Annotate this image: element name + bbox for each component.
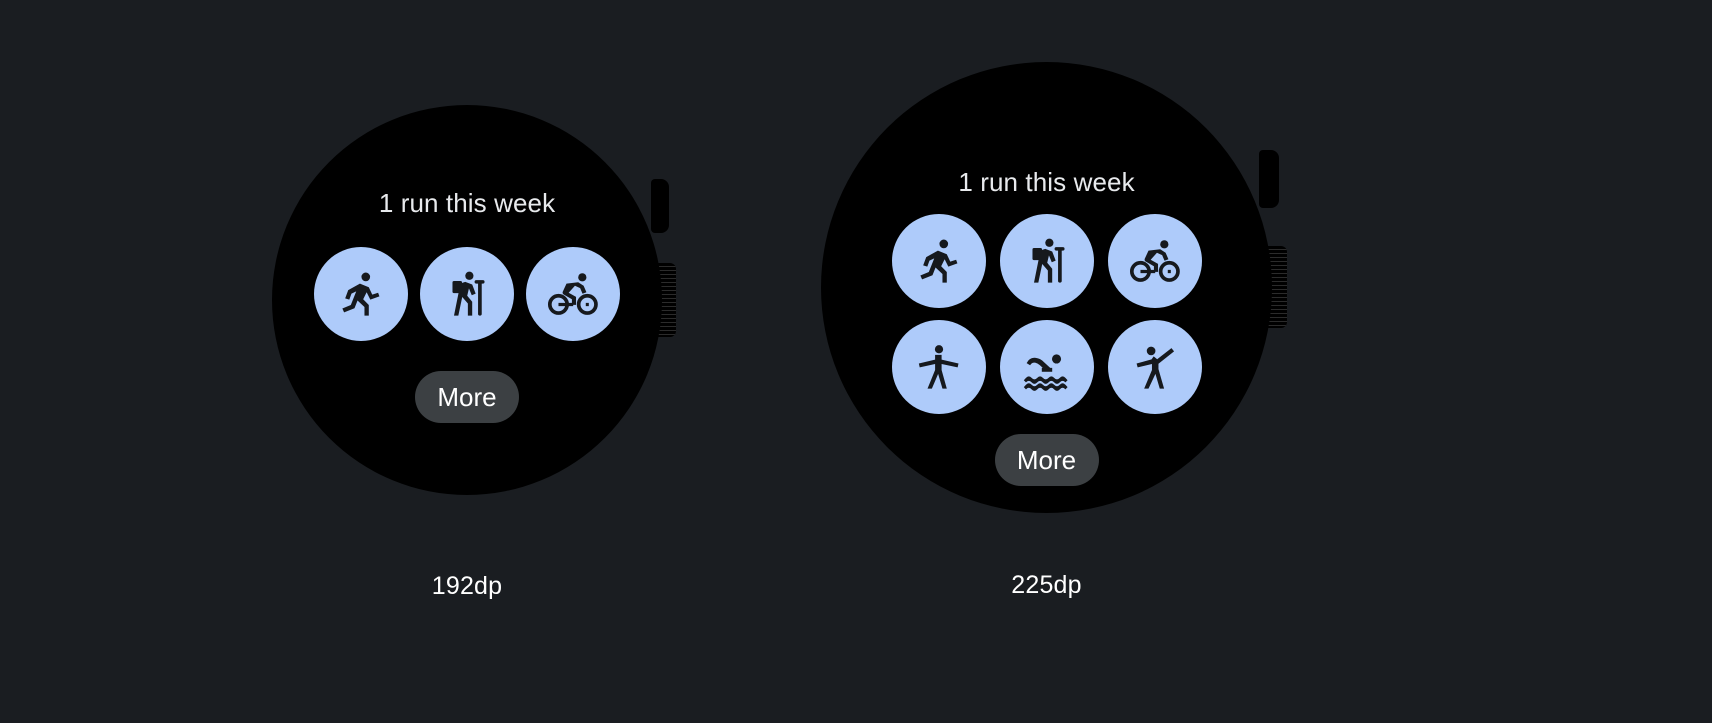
watch-device-225dp: 1 run this week More 225dp bbox=[821, 62, 1287, 600]
cycling-icon bbox=[1129, 240, 1180, 282]
activity-chip-stretch[interactable] bbox=[891, 320, 986, 414]
watch-face-192dp: 1 run this week More bbox=[272, 105, 662, 495]
running-icon bbox=[919, 239, 957, 283]
activity-chip-dance[interactable] bbox=[1107, 320, 1202, 414]
watch-body-225dp: 1 run this week More bbox=[821, 62, 1287, 513]
activity-chip-hike[interactable] bbox=[999, 214, 1094, 308]
activity-icon-grid-225dp bbox=[891, 214, 1202, 414]
activity-chip-swim[interactable] bbox=[999, 320, 1094, 414]
running-icon bbox=[342, 272, 380, 316]
hiking-icon bbox=[452, 271, 485, 316]
hiking-icon bbox=[1031, 238, 1065, 283]
watch-screen-192dp: 1 run this week More bbox=[272, 105, 662, 495]
activity-chip-bike[interactable] bbox=[526, 247, 620, 341]
device-size-label-192dp: 192dp bbox=[431, 572, 503, 600]
watch-face-225dp: 1 run this week More bbox=[821, 62, 1272, 513]
more-button[interactable]: More bbox=[994, 434, 1099, 486]
device-size-label-225dp: 225dp bbox=[1011, 571, 1082, 599]
weekly-summary-headline: 1 run this week bbox=[958, 167, 1135, 197]
weekly-summary-headline: 1 run this week bbox=[378, 188, 556, 218]
cycling-icon bbox=[547, 273, 598, 315]
more-button[interactable]: More bbox=[415, 371, 519, 423]
swimming-icon bbox=[1023, 354, 1068, 391]
activity-chip-hike[interactable] bbox=[420, 247, 514, 341]
watch-body-192dp: 1 run this week More bbox=[272, 105, 676, 495]
activity-icon-grid-192dp bbox=[314, 247, 620, 341]
activity-chip-run[interactable] bbox=[314, 247, 408, 341]
activity-chip-run[interactable] bbox=[891, 214, 986, 308]
dancing-icon bbox=[1136, 346, 1174, 389]
watch-device-192dp: 1 run this week More 192dp bbox=[272, 105, 676, 601]
comparison-canvas: 1 run this week More 192dp 1 run this we… bbox=[0, 0, 1712, 723]
stretching-icon bbox=[918, 345, 958, 389]
watch-screen-225dp: 1 run this week More bbox=[821, 62, 1272, 513]
activity-chip-bike[interactable] bbox=[1107, 214, 1202, 308]
